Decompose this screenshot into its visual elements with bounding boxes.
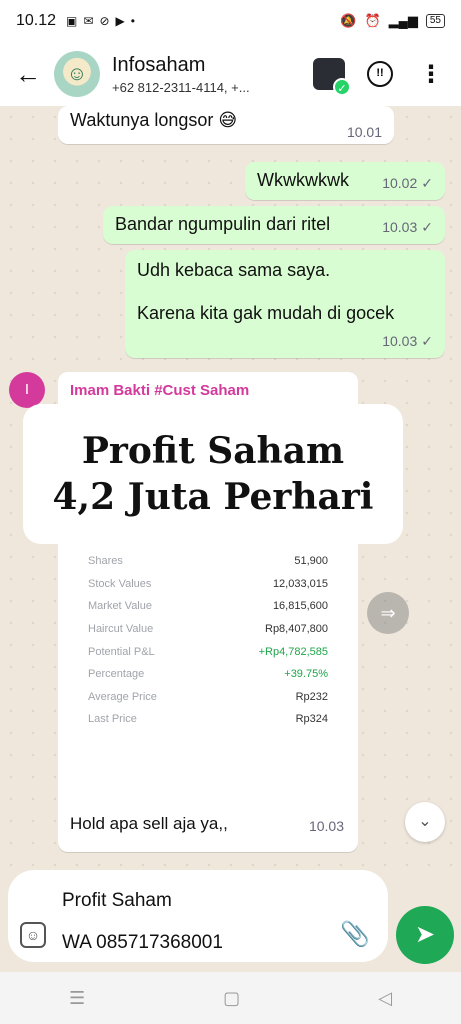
message-time: 10.03	[382, 333, 418, 349]
stat-row: Percentage +39.75%	[88, 668, 328, 681]
composer: ☺ Profit Saham WA 085717368001 📎 ➤	[0, 866, 461, 972]
message-text-line: Udh kebaca sama saya.	[137, 260, 331, 280]
contact-info[interactable]: Infosaham +62 812-2311-4114, +...	[112, 54, 313, 95]
app-shortcut-icon[interactable]: ✓	[313, 58, 351, 96]
message-out[interactable]: Wkwkwkwk 10.02 ✓	[245, 162, 445, 200]
attach-icon[interactable]: 📎	[340, 920, 370, 949]
sender-name[interactable]: Imam Bakti #Cust Saham	[70, 382, 249, 399]
stat-row: Stock Values 12,033,015	[88, 577, 328, 590]
scroll-down-icon[interactable]: ⌄	[405, 802, 445, 842]
sender-avatar[interactable]: I	[9, 372, 45, 408]
stat-row: Last Price Rp324	[88, 713, 328, 726]
chat-area[interactable]: Waktunya longsor 😅 10.01 Wkwkwkwk 10.02 ✓…	[0, 106, 461, 866]
sent-check-icon: ✓	[421, 219, 433, 235]
message-time: 10.03	[382, 219, 418, 235]
more-vert-icon[interactable]: ⋮	[419, 60, 443, 89]
message-meta: 10.02 ✓	[382, 175, 433, 192]
portfolio-stats: Shares 51,900 Stock Values 12,033,015 Mark…	[88, 550, 328, 731]
system-icons: 🔕 ⏰ ▂▄▆ 55	[340, 13, 445, 29]
youtube-icon: ▶	[115, 14, 125, 28]
more-dot-icon: •	[130, 14, 135, 28]
message-notification-icon: ✉	[83, 14, 94, 28]
message-time: 10.03	[308, 818, 344, 834]
message-text-line: Karena kita gak mudah di gocek	[137, 303, 395, 323]
sent-check-icon: ✓	[421, 175, 433, 191]
message-text: Wkwkwkwk	[257, 170, 349, 190]
promo-subtitle: 4,2 Juta Perhari	[52, 476, 374, 518]
promo-title: Profit Saham	[81, 430, 345, 472]
stat-row: Potential P&L +Rp4,782,585	[88, 645, 328, 658]
message-input-text[interactable]: Profit Saham WA 085717368001	[62, 880, 223, 964]
stat-row: Average Price Rp232	[88, 690, 328, 703]
clock: 10.12	[16, 12, 57, 29]
message-out[interactable]: Bandar ngumpulin dari ritel 10.03 ✓	[103, 206, 445, 244]
contact-detail: +62 812-2311-4114, +...	[112, 79, 250, 95]
notification-icons: ▣ ✉ ⊘ ▶ •	[66, 14, 135, 28]
message-meta: 10.03 ✓	[382, 333, 433, 350]
home-icon[interactable]: ▢	[223, 988, 240, 1009]
stat-row: Market Value 16,815,600	[88, 600, 328, 613]
system-nav-bar: ☰ ▢ ◁	[0, 972, 461, 1024]
mute-icon: 🔕	[340, 13, 357, 28]
arrow-left-icon[interactable]: ←	[10, 59, 46, 90]
message-input[interactable]: ☺ Profit Saham WA 085717368001 📎	[8, 870, 388, 962]
status-bar: 10.12 ▣ ✉ ⊘ ▶ • 🔕 ⏰ ▂▄▆ 55	[0, 0, 461, 42]
message-time: 10.01	[346, 124, 382, 140]
message-text: Bandar ngumpulin dari ritel	[115, 214, 331, 234]
chat-bubble-icon[interactable]: !!	[367, 61, 393, 87]
contact-name: Infosaham	[112, 53, 206, 76]
stat-row: Haircut Value Rp8,407,800	[88, 623, 328, 636]
message-out[interactable]: Udh kebaca sama saya. Karena kita gak mu…	[125, 250, 445, 358]
message-time: 10.02	[382, 175, 418, 191]
forward-icon[interactable]: ⇒	[367, 592, 409, 634]
send-icon[interactable]: ➤	[396, 906, 454, 964]
message-meta: 10.03 ✓	[382, 219, 433, 236]
message-text: Waktunya longsor 😅	[70, 110, 238, 130]
message-in[interactable]: Waktunya longsor 😅 10.01	[58, 106, 394, 144]
alarm-icon: ⏰	[364, 13, 381, 28]
battery-icon: 55	[425, 14, 445, 28]
menu-icon[interactable]: ☰	[69, 988, 85, 1009]
chat-notification-icon: ▣	[66, 14, 78, 28]
sent-check-icon: ✓	[421, 333, 433, 349]
signal-icon: ▂▄▆	[388, 13, 418, 28]
sticker-icon[interactable]: ☺	[20, 922, 46, 948]
media-caption: Hold apa sell aja ya,,	[70, 814, 228, 833]
verified-icon: ✓	[333, 78, 351, 96]
promo-overlay: Profit Saham 4,2 Juta Perhari	[23, 404, 403, 544]
back-triangle-icon[interactable]: ◁	[378, 988, 392, 1009]
avatar[interactable]: ☺	[54, 51, 100, 97]
stat-row: Shares 51,900	[88, 555, 328, 568]
chat-header: ← ☺ Infosaham +62 812-2311-4114, +... ✓ …	[0, 42, 461, 106]
check-circle-icon: ⊘	[99, 14, 110, 28]
